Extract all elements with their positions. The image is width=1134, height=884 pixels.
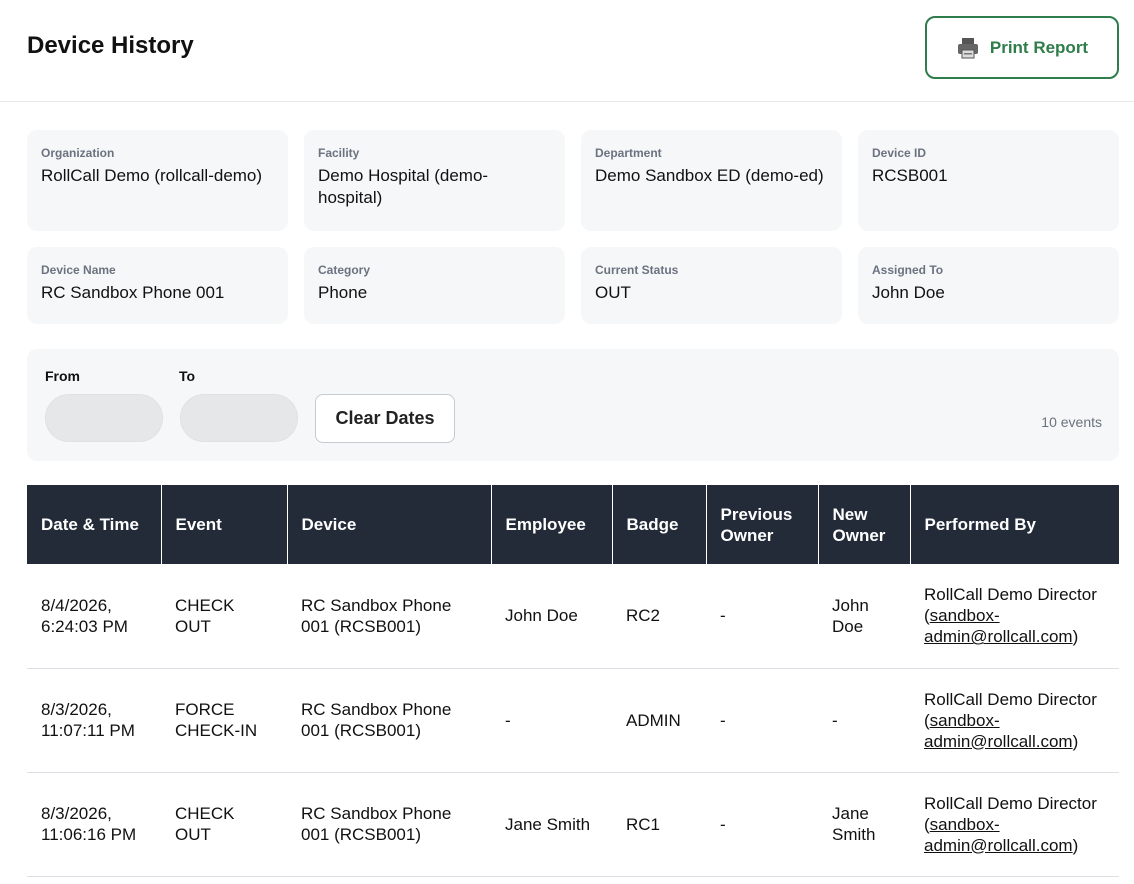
device-name-card: Device Name RC Sandbox Phone 001 [27,247,288,324]
from-date-input[interactable] [45,394,163,442]
badge-cell: ADMIN [626,710,681,730]
previous-owner-cell: - [720,710,726,730]
category-label: Category [318,263,371,277]
column-header[interactable]: Performed By [910,485,1119,564]
device-cell: RC Sandbox Phone 001 (RCSB001) [301,595,452,636]
assigned-to-label: Assigned To [872,263,944,277]
assigned-to-value: John Doe [872,283,945,302]
performer-email-link[interactable]: sandbox-admin@rollcall.com [924,606,1073,646]
category-value: Phone [318,283,368,302]
date-filter-panel: From To Clear Dates 10 events [27,349,1119,461]
table-row: 8/3/2026, 11:06:16 PM CHECK OUT RC Sandb… [27,772,1119,876]
current-status-card: Current Status OUT [581,247,842,324]
organization-value: RollCall Demo (rollcall-demo) [41,166,263,185]
employee-cell: John Doe [505,606,578,626]
new-owner-cell: - [832,710,838,730]
date-cell: 8/3/2026, 11:07:11 PM [41,700,135,740]
performer-name: RollCall Demo Director [924,585,1097,605]
device-name-label: Device Name [41,263,116,277]
device-cell: RC Sandbox Phone 001 (RCSB001) [301,804,452,844]
column-header[interactable]: Date & Time [27,485,162,564]
device-name-value: RC Sandbox Phone 001 [41,283,225,302]
performer-email-link[interactable]: sandbox-admin@rollcall.com [924,711,1073,751]
facility-label: Facility [318,146,360,160]
column-header[interactable]: Employee [491,485,613,564]
page-title: Device History [27,32,194,59]
device-id-label: Device ID [872,146,927,160]
performed-by-cell: RollCall Demo Director (sandbox-admin@ro… [924,793,1097,855]
event-cell: CHECK OUT [175,595,235,636]
previous-owner-cell: - [720,814,726,834]
performed-by-cell: RollCall Demo Director (sandbox-admin@ro… [924,689,1097,751]
column-header[interactable]: Previous Owner [706,485,819,564]
to-label: To [179,368,196,384]
badge-cell: RC1 [626,814,661,834]
current-status-label: Current Status [595,263,679,277]
column-header[interactable]: New Owner [818,485,911,564]
to-date-input[interactable] [180,394,298,442]
page-header: Device History Print Report [0,0,1134,102]
previous-owner-cell: - [720,606,726,626]
department-value: Demo Sandbox ED (demo-ed) [595,166,824,185]
current-status-value: OUT [595,283,631,302]
table-header-row: Date & Time Event Device Employee Badge … [27,485,1119,564]
column-header[interactable]: Badge [612,485,707,564]
event-cell: CHECK OUT [175,804,235,844]
facility-card: Facility Demo Hospital (demo-hospital) [304,130,565,231]
table-row: 8/3/2026, 11:07:11 PM FORCE CHECK-IN RC … [27,668,1119,772]
date-cell: 8/4/2026, 6:24:03 PM [41,595,128,636]
event-cell: FORCE CHECK-IN [175,700,258,740]
badge-cell: RC2 [626,606,661,626]
performer-name: RollCall Demo Director [924,689,1097,709]
device-cell: RC Sandbox Phone 001 (RCSB001) [301,700,452,740]
column-header[interactable]: Event [161,485,288,564]
new-owner-cell: Jane Smith [832,804,876,844]
performer-email-link[interactable]: sandbox-admin@rollcall.com [924,815,1073,855]
assigned-to-card: Assigned To John Doe [858,247,1119,324]
from-label: From [45,368,80,384]
print-report-label: Print Report [989,37,1089,57]
facility-value: Demo Hospital (demo-hospital) [318,166,489,207]
new-owner-cell: John Doe [832,595,869,636]
column-header[interactable]: Device [287,485,492,564]
employee-cell: Jane Smith [505,814,591,834]
organization-card: Organization RollCall Demo (rollcall-dem… [27,130,288,231]
device-id-value: RCSB001 [872,166,948,185]
organization-label: Organization [41,146,115,160]
history-table: Date & Time Event Device Employee Badge … [27,485,1119,877]
performed-by-cell: RollCall Demo Director (sandbox-admin@ro… [924,585,1097,647]
department-card: Department Demo Sandbox ED (demo-ed) [581,130,842,231]
employee-cell: - [505,710,511,730]
table-row: 8/4/2026, 6:24:03 PM CHECK OUT RC Sandbo… [27,564,1119,668]
performer-name: RollCall Demo Director [924,793,1097,813]
device-id-card: Device ID RCSB001 [858,130,1119,231]
event-count: 10 events [1041,414,1102,430]
clear-dates-button[interactable]: Clear Dates [315,394,455,443]
date-cell: 8/3/2026, 11:06:16 PM [41,804,137,844]
category-card: Category Phone [304,247,565,324]
print-report-button[interactable]: Print Report [925,16,1119,79]
department-label: Department [595,146,662,160]
printer-icon [957,37,978,58]
